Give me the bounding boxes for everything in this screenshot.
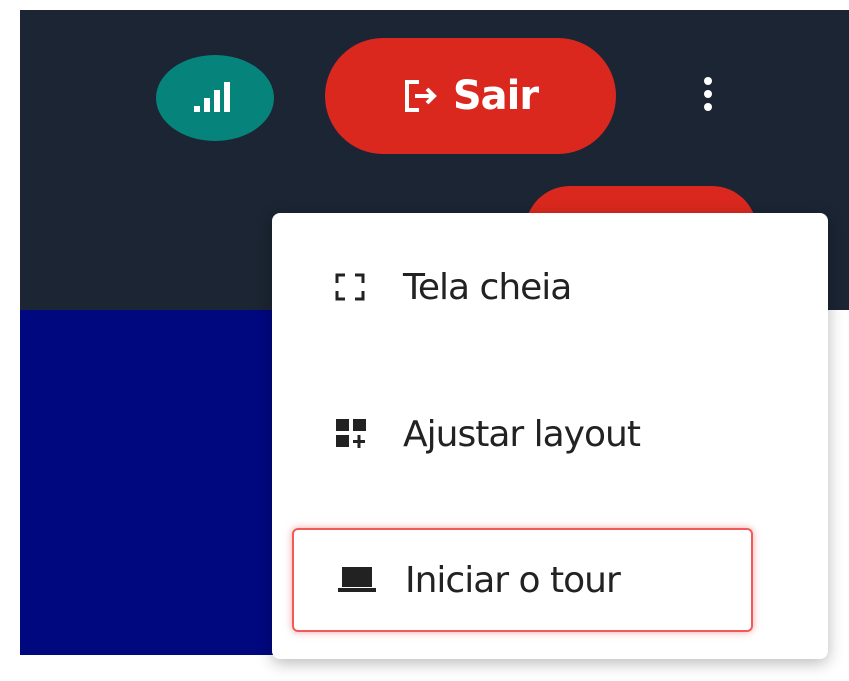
menu-item-start-tour[interactable]: Iniciar o tour — [292, 528, 753, 632]
logout-label: Sair — [452, 73, 539, 119]
more-vertical-icon — [704, 77, 712, 85]
menu-item-adjust-layout[interactable]: Ajustar layout — [292, 382, 753, 486]
menu-item-label: Iniciar o tour — [405, 559, 621, 601]
layout-grid-icon — [336, 419, 366, 448]
connection-status-button[interactable] — [156, 55, 274, 141]
menu-item-label: Tela cheia — [403, 266, 572, 308]
signal-bars-icon — [194, 82, 230, 112]
more-options-menu: Tela cheia Ajustar layout Iniciar o tour — [272, 213, 828, 659]
laptop-icon — [338, 567, 376, 592]
logout-icon — [404, 80, 437, 112]
fullscreen-icon — [335, 273, 365, 301]
menu-item-label: Ajustar layout — [403, 413, 641, 455]
logout-button[interactable]: Sair — [325, 38, 616, 154]
more-options-button[interactable] — [693, 64, 723, 124]
menu-item-fullscreen[interactable]: Tela cheia — [292, 235, 753, 339]
